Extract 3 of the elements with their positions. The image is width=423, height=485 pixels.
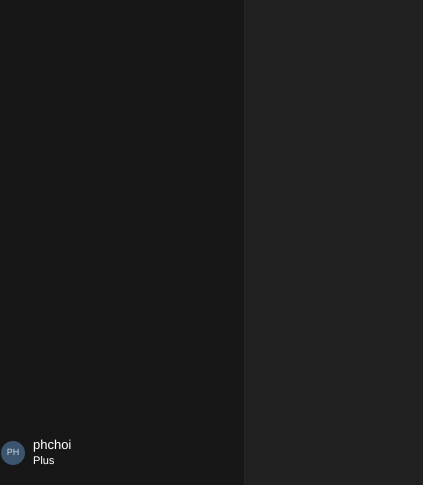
user-name: phchoi <box>33 436 72 454</box>
avatar[interactable]: PH <box>1 440 25 464</box>
plan-label: Plus <box>33 454 56 469</box>
